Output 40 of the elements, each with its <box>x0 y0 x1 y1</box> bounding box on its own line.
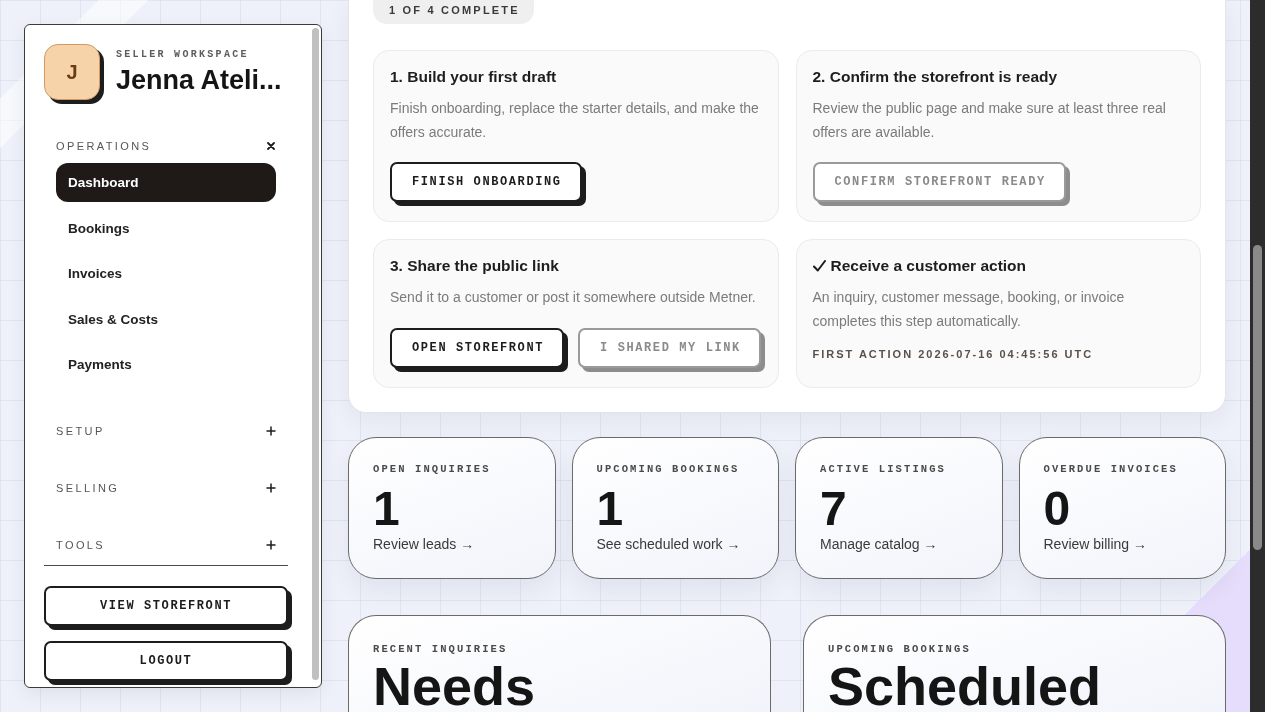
nav-group-header[interactable]: OPERATIONS <box>56 139 276 153</box>
workspace-label: SELLER WORKSPACE <box>116 49 249 61</box>
stat-label: OPEN INQUIRIES <box>373 462 491 475</box>
step-description: Send it to a customer or post it somewhere outside Metner. <box>390 288 757 307</box>
step-description: Review the public page and make sure at least three real offers are available. <box>812 99 1167 142</box>
stat-value: 0 <box>1043 484 1071 533</box>
step-meta: FIRST ACTION 2026-07-16 04:45:56 UTC <box>812 348 1095 360</box>
scrollbar-thumb[interactable] <box>311 28 319 680</box>
nav-group-header[interactable]: TOOLS <box>56 538 276 552</box>
nav-group-header[interactable]: SELLING <box>56 481 276 495</box>
workspace-name: Jenna Ateli... <box>116 65 282 95</box>
nav-item[interactable]: Invoices <box>56 254 276 293</box>
scrollbar-track[interactable] <box>1250 0 1265 712</box>
step-description: An inquiry, customer message, booking, or invoice completes this step automatically. <box>812 288 1126 331</box>
step-title: 3. Share the public link <box>390 256 559 276</box>
stat-link[interactable]: Review billing → <box>1043 534 1147 553</box>
scrollbar-thumb[interactable] <box>1253 245 1262 550</box>
panel-headline: Scheduled <box>828 662 1102 709</box>
stat-link[interactable]: Review leads → <box>373 534 475 553</box>
nav-item[interactable]: Dashboard <box>56 163 276 202</box>
nav-item[interactable]: Sales & Costs <box>56 299 276 339</box>
stat-label: UPCOMING BOOKINGS <box>596 462 740 475</box>
step-title: Receive a customer action <box>830 256 1027 276</box>
panel-headline: Needs <box>373 662 536 709</box>
step-description: Finish onboarding, replace the starter details, and make the offers accurate. <box>390 99 760 142</box>
stat-value: 7 <box>820 484 847 533</box>
stat-label: OVERDUE INVOICES <box>1043 462 1178 475</box>
progress-badge: 1 OF 4 COMPLETE <box>373 0 534 24</box>
step-title: 2. Confirm the storefront is ready <box>812 67 1058 87</box>
nav-group-header[interactable]: SETUP <box>56 424 276 438</box>
panel-label: RECENT INQUIRIES <box>373 642 508 655</box>
panel-label: UPCOMING BOOKINGS <box>828 642 971 655</box>
stat-value: 1 <box>596 484 624 533</box>
stat-link[interactable]: See scheduled work → <box>596 534 741 553</box>
nav-item[interactable]: Bookings <box>56 208 276 248</box>
stat-value: 1 <box>373 484 400 533</box>
nav-item[interactable]: Payments <box>56 345 276 384</box>
stat-link[interactable]: Manage catalog → <box>820 534 938 553</box>
step-title: 1. Build your first draft <box>390 67 557 87</box>
stat-label: ACTIVE LISTINGS <box>820 462 946 475</box>
